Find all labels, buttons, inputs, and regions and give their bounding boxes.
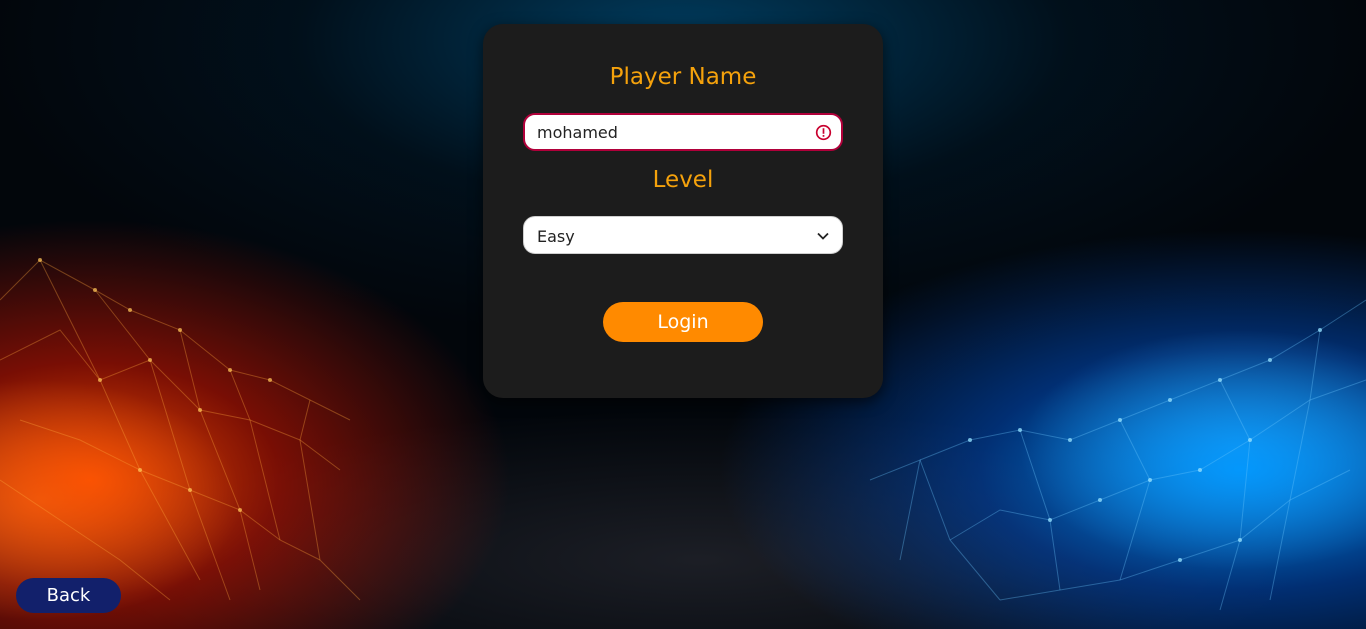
- alert-circle-icon: [815, 124, 832, 141]
- level-heading: Level: [652, 167, 714, 193]
- level-selected-value: Easy: [537, 227, 575, 246]
- login-button[interactable]: Login: [603, 302, 763, 342]
- chevron-down-icon: [817, 232, 829, 240]
- player-name-field[interactable]: [523, 113, 843, 151]
- login-card: Player Name Level Easy Login: [483, 24, 883, 398]
- level-select[interactable]: Easy: [523, 216, 843, 254]
- player-name-input[interactable]: [537, 115, 807, 149]
- player-name-heading: Player Name: [609, 64, 757, 90]
- back-button[interactable]: Back: [16, 578, 121, 613]
